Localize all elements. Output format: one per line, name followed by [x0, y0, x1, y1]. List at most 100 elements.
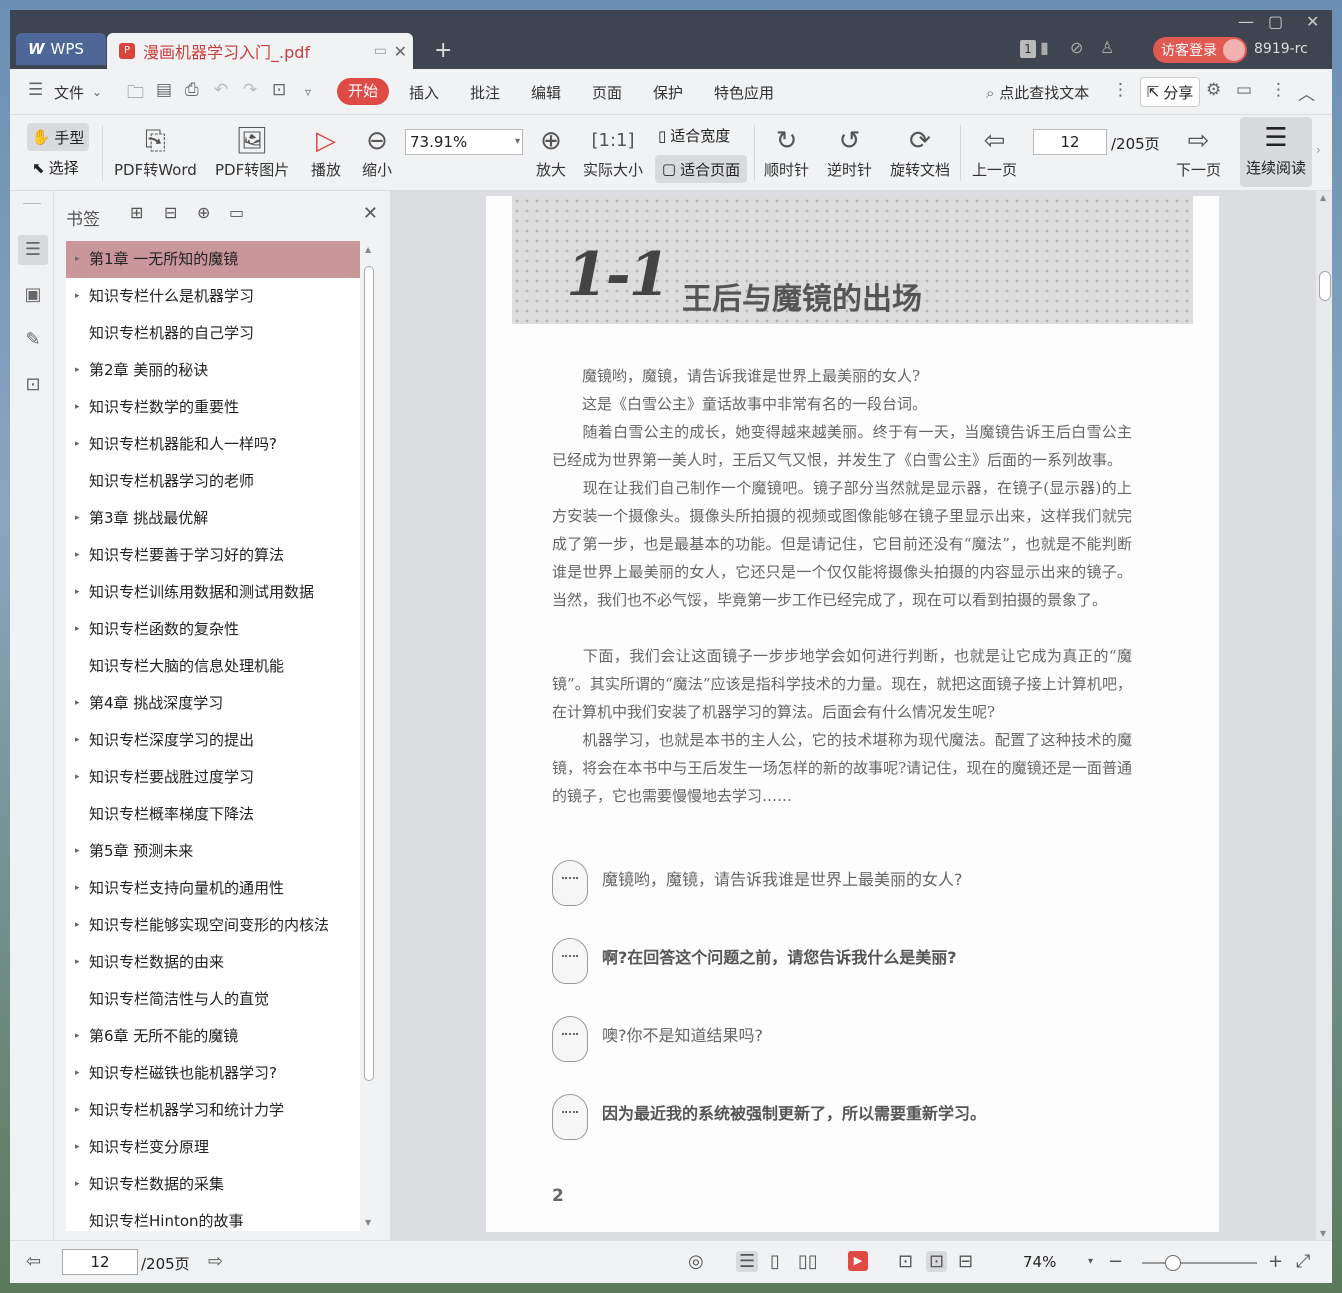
bookmark-item[interactable]: ▸ 知识专栏要善于学习好的算法 [66, 537, 360, 574]
find-text-search[interactable]: ⌕ 点此查找文本 [986, 82, 1089, 103]
pdf-to-word-button[interactable]: ⎘ PDF转Word [114, 123, 197, 180]
continuous-reading-button[interactable]: ☰ 连续阅读 [1240, 117, 1312, 187]
monitor-icon[interactable]: ▭ [374, 43, 387, 59]
gear-icon[interactable]: ⚙ [1206, 80, 1221, 100]
more-vertical-icon[interactable]: ⋮ [1112, 80, 1129, 100]
expand-arrow-icon[interactable]: ▸ [75, 352, 80, 389]
bookmark-item[interactable]: ▸ 知识专栏能够实现空间变形的内核法 [66, 907, 360, 944]
chevron-down-icon[interactable]: ⌄ [92, 85, 102, 99]
bookmark-item[interactable]: ▸ 知识专栏深度学习的提出 [66, 722, 360, 759]
bookmark-item[interactable]: ▸ 第6章 无所不能的魔镜 [66, 1018, 360, 1055]
tab-document[interactable]: P 漫画机器学习入门_.pdf ▭ ✕ [107, 33, 413, 69]
bookmark-item[interactable]: ▸ 知识专栏机器能和人一样吗? [66, 426, 360, 463]
bookmark-item[interactable]: ▸ 知识专栏数学的重要性 [66, 389, 360, 426]
menu-special[interactable]: 特色应用 [714, 82, 774, 103]
bookmark-item[interactable]: ▸ 知识专栏函数的复杂性 [66, 611, 360, 648]
guest-login-button[interactable]: 访客登录 [1153, 37, 1247, 63]
scroll-up-icon[interactable]: ▲ [365, 245, 371, 254]
add-bookmark-icon[interactable]: ⊕ [197, 203, 210, 222]
undo-icon[interactable]: ↶ [214, 80, 228, 100]
bookmark-list-icon[interactable]: ☰ [18, 235, 48, 265]
bookmark-scrollbar[interactable]: ▲ ▼ [362, 241, 376, 1231]
bookmark-item[interactable]: ▸ 知识专栏磁铁也能机器学习? [66, 1055, 360, 1092]
window-count-badge[interactable]: 1 [1020, 40, 1036, 58]
close-tab-icon[interactable]: ✕ [394, 42, 407, 61]
expand-arrow-icon[interactable]: ▸ [75, 722, 80, 759]
comment-icon[interactable]: ▭ [1236, 80, 1252, 100]
fit-page-button[interactable]: ▢ 适合页面 [655, 155, 747, 183]
bookmark-item[interactable]: ▸ 知识专栏变分原理 [66, 1129, 360, 1166]
actual-size-button[interactable]: [1:1] 实际大小 [583, 123, 643, 180]
expand-arrow-icon[interactable]: ▸ [75, 1055, 80, 1092]
pdf-to-image-button[interactable]: 🖼 PDF转图片 [215, 123, 289, 180]
document-scrollbar[interactable]: ▲ ▼ [1316, 191, 1332, 1240]
bookmark-item[interactable]: 知识专栏概率梯度下降法 [66, 796, 360, 833]
bookmark-item[interactable]: ▸ 知识专栏数据的由来 [66, 944, 360, 981]
zoom-minus-icon[interactable]: − [1108, 1251, 1123, 1272]
collapse-ribbon-icon[interactable]: ︿ [1298, 80, 1315, 105]
expand-arrow-icon[interactable]: ▸ [75, 944, 80, 981]
single-page-icon[interactable]: ▯ [770, 1251, 780, 1272]
menu-annotate[interactable]: 批注 [470, 82, 500, 103]
more-dropdown-icon[interactable]: ▿ [305, 85, 311, 99]
scroll-down-icon[interactable]: ▼ [365, 1218, 371, 1227]
bookmark-settings-icon[interactable]: ▭ [229, 203, 244, 222]
expand-arrow-icon[interactable]: ▸ [75, 389, 80, 426]
expand-arrow-icon[interactable]: ▸ [75, 833, 80, 870]
page-number-input[interactable]: 12 [1033, 129, 1107, 155]
bookmark-item[interactable]: ▸ 知识专栏什么是机器学习 [66, 278, 360, 315]
document-viewport[interactable]: 1-1 王后与魔镜的出场 魔镜哟，魔镜，请告诉我谁是世界上最美丽的女人? 这是《… [390, 191, 1332, 1240]
bookmark-item[interactable]: ▸ 知识专栏机器学习和统计力学 [66, 1092, 360, 1129]
fit-width-button[interactable]: ▯ 适合宽度 [658, 125, 730, 146]
play-button[interactable]: ▷ 播放 [311, 123, 341, 180]
play-slideshow-icon[interactable]: ▶ [848, 1251, 868, 1271]
save-icon[interactable]: ▤ [156, 80, 172, 100]
fit-width-icon[interactable]: ⊟ [958, 1251, 973, 1272]
arrow-right-icon[interactable]: ⇨ [208, 1251, 223, 1272]
bookmark-item[interactable]: 知识专栏机器学习的老师 [66, 463, 360, 500]
menu-file[interactable]: 文件 [54, 82, 84, 103]
expand-arrow-icon[interactable]: ▸ [75, 759, 80, 796]
redo-icon[interactable]: ↷ [243, 80, 257, 100]
bookmark-item[interactable]: ▸ 第1章 一无所知的魔镜 [66, 241, 360, 278]
rotate-clockwise-button[interactable]: ↻ 顺时针 [764, 123, 809, 180]
bookmark-item[interactable]: ▸ 第3章 挑战最优解 [66, 500, 360, 537]
zoom-select[interactable]: 73.91% ▾ [405, 129, 523, 155]
status-zoom-value[interactable]: 74% [1023, 1253, 1056, 1271]
bookmark-item[interactable]: ▸ 第5章 预测未来 [66, 833, 360, 870]
expand-arrow-icon[interactable]: ▸ [75, 1018, 80, 1055]
hand-tool-button[interactable]: ✋ 手型 [27, 123, 89, 151]
rotate-document-button[interactable]: ⟳ 旋转文档 [890, 123, 950, 180]
expand-arrow-icon[interactable]: ▸ [75, 1092, 80, 1129]
bookmark-item[interactable]: ▸ 知识专栏要战胜过度学习 [66, 759, 360, 796]
menu-page[interactable]: 页面 [592, 82, 622, 103]
two-page-icon[interactable]: ▯▯ [798, 1251, 818, 1272]
expand-arrow-icon[interactable]: ▸ [75, 1129, 80, 1166]
scroll-up-icon[interactable]: ▲ [1320, 193, 1326, 202]
bookmark-item[interactable]: 知识专栏机器的自己学习 [66, 315, 360, 352]
cloud-sync-icon[interactable]: ⊘ [1070, 38, 1083, 57]
zoom-out-button[interactable]: ⊖ 缩小 [362, 123, 392, 180]
bookmark-item[interactable]: 知识专栏Hinton的故事 [66, 1203, 360, 1231]
hamburger-menu-icon[interactable]: ☰ [28, 80, 43, 100]
prev-page-button[interactable]: ⇦ 上一页 [972, 123, 1017, 180]
share-button[interactable]: ⇱ 分享 [1140, 77, 1200, 107]
chevron-right-icon[interactable]: › [1316, 143, 1321, 157]
expand-arrow-icon[interactable]: ▸ [75, 426, 80, 463]
zoom-slider-knob[interactable] [1165, 1255, 1181, 1271]
fit-page-icon[interactable]: ⊡ [926, 1251, 948, 1272]
annotation-icon[interactable]: ✎ [18, 325, 48, 355]
expand-arrow-icon[interactable]: ▸ [75, 537, 80, 574]
expand-arrow-icon[interactable]: ▸ [75, 870, 80, 907]
expand-arrow-icon[interactable]: ▸ [75, 685, 80, 722]
menu-start[interactable]: 开始 [337, 78, 389, 105]
chevron-down-icon[interactable]: ▾ [1088, 1256, 1093, 1267]
expand-arrow-icon[interactable]: ▸ [75, 241, 80, 278]
print-icon[interactable]: ⎙ [185, 80, 199, 100]
expand-arrow-icon[interactable]: ▸ [75, 1166, 80, 1203]
bookmark-item[interactable]: ▸ 第4章 挑战深度学习 [66, 685, 360, 722]
scroll-down-icon[interactable]: ▼ [1320, 1229, 1326, 1238]
eye-protection-icon[interactable]: ◎ [688, 1251, 704, 1272]
bookmark-item[interactable]: 知识专栏大脑的信息处理机能 [66, 648, 360, 685]
scrollbar-thumb[interactable] [1319, 271, 1331, 301]
